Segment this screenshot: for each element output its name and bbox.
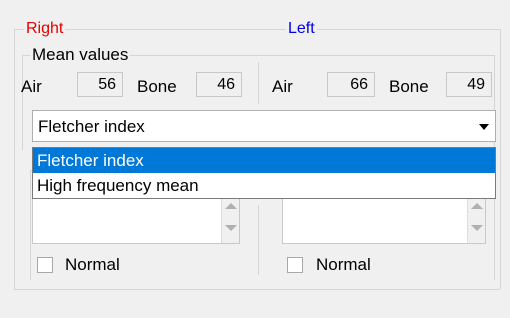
left-section-label: Left [286, 20, 317, 38]
outer-frame-left [14, 29, 15, 289]
left-normal-checkbox[interactable] [287, 257, 303, 273]
left-bone-value: 49 [446, 72, 492, 97]
scroll-up-icon[interactable] [471, 203, 483, 209]
outer-frame-top [14, 29, 500, 30]
left-air-label: Air [272, 77, 293, 96]
mean-values-title: Mean values [30, 45, 131, 65]
lower-divider [258, 205, 259, 275]
right-air-label: Air [21, 77, 42, 96]
left-normal-label: Normal [316, 255, 371, 274]
right-normal-checkbox[interactable] [37, 257, 53, 273]
right-air-value: 56 [77, 72, 123, 97]
chevron-down-icon[interactable] [479, 124, 489, 130]
mean-frame-left [22, 55, 23, 150]
mean-divider [258, 62, 259, 104]
outer-frame-right [500, 29, 501, 289]
option-high-frequency-mean[interactable]: High frequency mean [33, 173, 495, 198]
right-section-label: Right [24, 20, 66, 38]
scroll-up-icon[interactable] [225, 203, 237, 209]
right-bone-label: Bone [137, 77, 177, 96]
index-select-value: Fletcher index [38, 117, 145, 136]
option-fletcher-index[interactable]: Fletcher index [33, 148, 495, 173]
outer-frame-bottom [14, 289, 500, 290]
lower-frame-left [30, 170, 31, 280]
scroll-down-icon[interactable] [471, 225, 483, 231]
left-air-value: 66 [327, 72, 375, 97]
right-normal-label: Normal [65, 255, 120, 274]
left-bone-label: Bone [389, 77, 429, 96]
scroll-down-icon[interactable] [225, 225, 237, 231]
index-select[interactable]: Fletcher index [32, 110, 496, 142]
index-select-listbox: Fletcher index High frequency mean [32, 147, 496, 199]
right-bone-value: 46 [196, 72, 242, 97]
